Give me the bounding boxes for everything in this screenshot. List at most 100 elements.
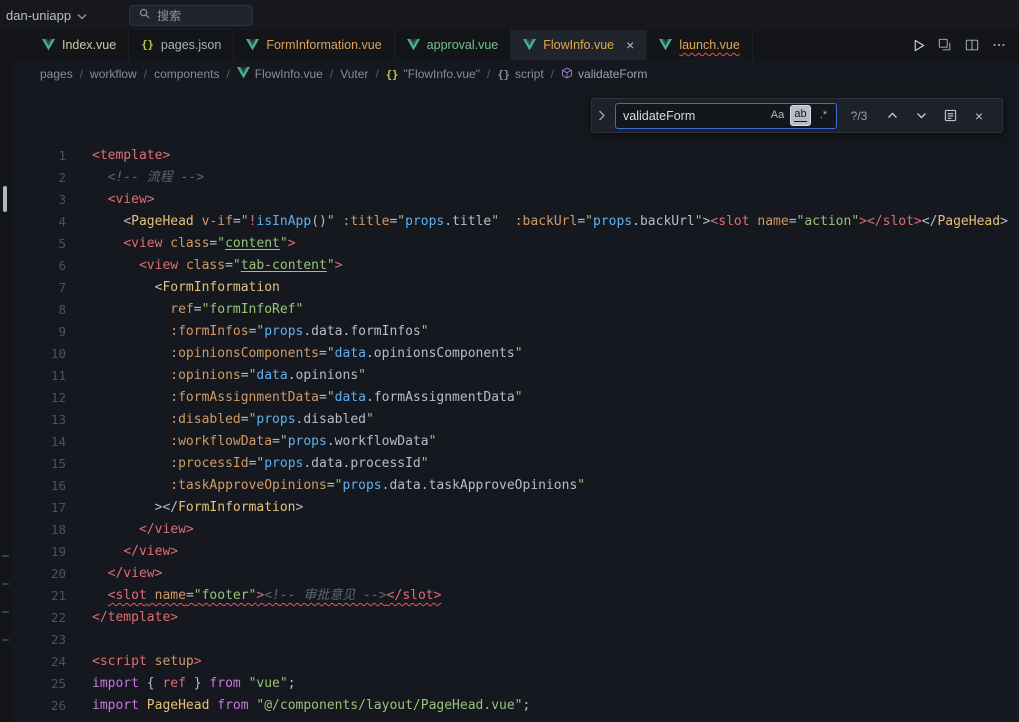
tab-label: launch.vue xyxy=(679,38,739,52)
line-number: 17 xyxy=(12,497,66,519)
breadcrumb-item-validateForm[interactable]: validateForm xyxy=(561,67,647,82)
line-number: 2 xyxy=(12,167,66,189)
code-line[interactable]: 1<template> xyxy=(12,145,1019,167)
code-line[interactable]: 10 :opinionsComponents="data.opinionsCom… xyxy=(12,343,1019,365)
find-widget: Aa ab .* ?/3 xyxy=(591,98,1003,133)
editor-actions xyxy=(898,30,1019,60)
match-case-toggle[interactable]: Aa xyxy=(768,105,787,124)
search-label: 搜索 xyxy=(157,7,181,24)
tab-launch.vue[interactable]: launch.vue xyxy=(647,30,752,60)
more-actions-button[interactable] xyxy=(987,33,1011,57)
code-line[interactable]: 18 </view> xyxy=(12,519,1019,541)
find-input-box: Aa ab .* xyxy=(615,103,837,129)
whole-word-toggle[interactable]: ab xyxy=(790,105,811,126)
code-line[interactable]: 9 :formInfos="props.data.formInfos" xyxy=(12,321,1019,343)
code-line[interactable]: 24<script setup> xyxy=(12,651,1019,673)
tab-label: pages.json xyxy=(161,38,221,52)
code-line[interactable]: 22</template> xyxy=(12,607,1019,629)
breadcrumb-item-script[interactable]: {}script xyxy=(497,67,543,81)
toggle-replace-button[interactable] xyxy=(594,99,608,132)
code-line[interactable]: 16 :taskApproveOpinions="props.data.task… xyxy=(12,475,1019,497)
strip-mark xyxy=(2,639,9,641)
code-line[interactable]: 8 ref="formInfoRef" xyxy=(12,299,1019,321)
vue-icon xyxy=(659,39,672,51)
line-number: 1 xyxy=(12,145,66,167)
run-button[interactable] xyxy=(906,33,930,57)
line-number: 15 xyxy=(12,453,66,475)
code-line[interactable]: 12 :formAssignmentData="data.formAssignm… xyxy=(12,387,1019,409)
close-icon[interactable]: × xyxy=(626,38,634,52)
vue-icon xyxy=(523,39,536,51)
next-match-button[interactable] xyxy=(910,105,932,127)
code-line[interactable]: 21 <slot name="footer"><!-- 审批意见 --></sl… xyxy=(12,585,1019,607)
code-line[interactable]: 20 </view> xyxy=(12,563,1019,585)
workspace-title[interactable]: dan-uniapp xyxy=(6,8,87,23)
tab-approval.vue[interactable]: approval.vue xyxy=(395,30,512,60)
breadcrumb-item-FlowInfo.vue[interactable]: {}"FlowInfo.vue" xyxy=(386,67,480,81)
breadcrumb-item-FlowInfo.vue[interactable]: FlowInfo.vue xyxy=(237,67,323,82)
strip-mark xyxy=(2,583,9,585)
tab-FormInformation.vue[interactable]: FormInformation.vue xyxy=(234,30,394,60)
breadcrumb-separator: / xyxy=(226,67,229,81)
open-changes-button[interactable] xyxy=(933,33,957,57)
code-line[interactable]: 2 <!-- 流程 --> xyxy=(12,167,1019,189)
code-line[interactable]: 6 <view class="tab-content"> xyxy=(12,255,1019,277)
line-number: 20 xyxy=(12,563,66,585)
breadcrumb-item-Vuter[interactable]: Vuter xyxy=(340,67,368,81)
vscode-window: dan-uniapp 搜索 Index.vue {}pages.json FormI… xyxy=(0,0,1019,722)
code-line[interactable]: 14 :workflowData="props.workflowData" xyxy=(12,431,1019,453)
find-in-selection-button[interactable] xyxy=(939,105,961,127)
code-line[interactable]: 4 <PageHead v-if="!isInApp()" :title="pr… xyxy=(12,211,1019,233)
line-number: 11 xyxy=(12,365,66,387)
tab-pages.json[interactable]: {}pages.json xyxy=(129,30,234,60)
close-find-button[interactable]: × xyxy=(968,105,990,127)
split-editor-button[interactable] xyxy=(960,33,984,57)
find-results-count: ?/3 xyxy=(844,109,874,123)
search-icon xyxy=(139,8,150,22)
line-number: 3 xyxy=(12,189,66,211)
line-number: 24 xyxy=(12,651,66,673)
line-number: 14 xyxy=(12,431,66,453)
line-number: 9 xyxy=(12,321,66,343)
strip-active-indicator xyxy=(3,186,7,212)
strip-mark xyxy=(2,611,9,613)
breadcrumb-item-pages[interactable]: pages xyxy=(40,67,73,81)
tab-label: approval.vue xyxy=(427,38,499,52)
tab-label: Index.vue xyxy=(62,38,116,52)
tab-Index.vue[interactable]: Index.vue xyxy=(30,30,129,60)
workspace-title-label: dan-uniapp xyxy=(6,8,71,23)
code-line[interactable]: 7 <FormInformation xyxy=(12,277,1019,299)
code-line[interactable]: 3 <view> xyxy=(12,189,1019,211)
code-line[interactable]: 26import PageHead from "@/components/lay… xyxy=(12,695,1019,717)
code-line[interactable]: 19 </view> xyxy=(12,541,1019,563)
global-search-box[interactable]: 搜索 xyxy=(129,5,253,26)
tab-bar: Index.vue {}pages.json FormInformation.vue… xyxy=(12,30,1019,60)
line-number: 21 xyxy=(12,585,66,607)
code-line[interactable]: 23 xyxy=(12,629,1019,651)
breadcrumb-item-workflow[interactable]: workflow xyxy=(90,67,137,81)
line-number: 13 xyxy=(12,409,66,431)
breadcrumb-separator: / xyxy=(144,67,147,81)
line-number: 26 xyxy=(12,695,66,717)
breadcrumb-item-components[interactable]: components xyxy=(154,67,219,81)
code-line[interactable]: 5 <view class="content"> xyxy=(12,233,1019,255)
find-input[interactable] xyxy=(623,109,725,123)
code-area[interactable]: 1<template>2 <!-- 流程 -->3 <view>4 <PageH… xyxy=(12,145,1019,717)
vue-icon xyxy=(237,67,250,82)
code-line[interactable]: 17 ></FormInformation> xyxy=(12,497,1019,519)
line-number: 10 xyxy=(12,343,66,365)
chevron-down-icon xyxy=(77,8,87,23)
line-number: 5 xyxy=(12,233,66,255)
regex-toggle[interactable]: .* xyxy=(814,105,833,124)
line-number: 4 xyxy=(12,211,66,233)
breadcrumb-separator: / xyxy=(551,67,554,81)
tab-label: FormInformation.vue xyxy=(266,38,381,52)
code-line[interactable]: 11 :opinions="data.opinions" xyxy=(12,365,1019,387)
code-line[interactable]: 13 :disabled="props.disabled" xyxy=(12,409,1019,431)
previous-match-button[interactable] xyxy=(881,105,903,127)
editor-pane[interactable]: Aa ab .* ?/3 xyxy=(12,88,1019,722)
code-line[interactable]: 15 :processId="props.data.processId" xyxy=(12,453,1019,475)
code-line[interactable]: 25import { ref } from "vue"; xyxy=(12,673,1019,695)
vue-icon xyxy=(42,39,55,51)
tab-FlowInfo.vue[interactable]: FlowInfo.vue× xyxy=(511,30,647,60)
